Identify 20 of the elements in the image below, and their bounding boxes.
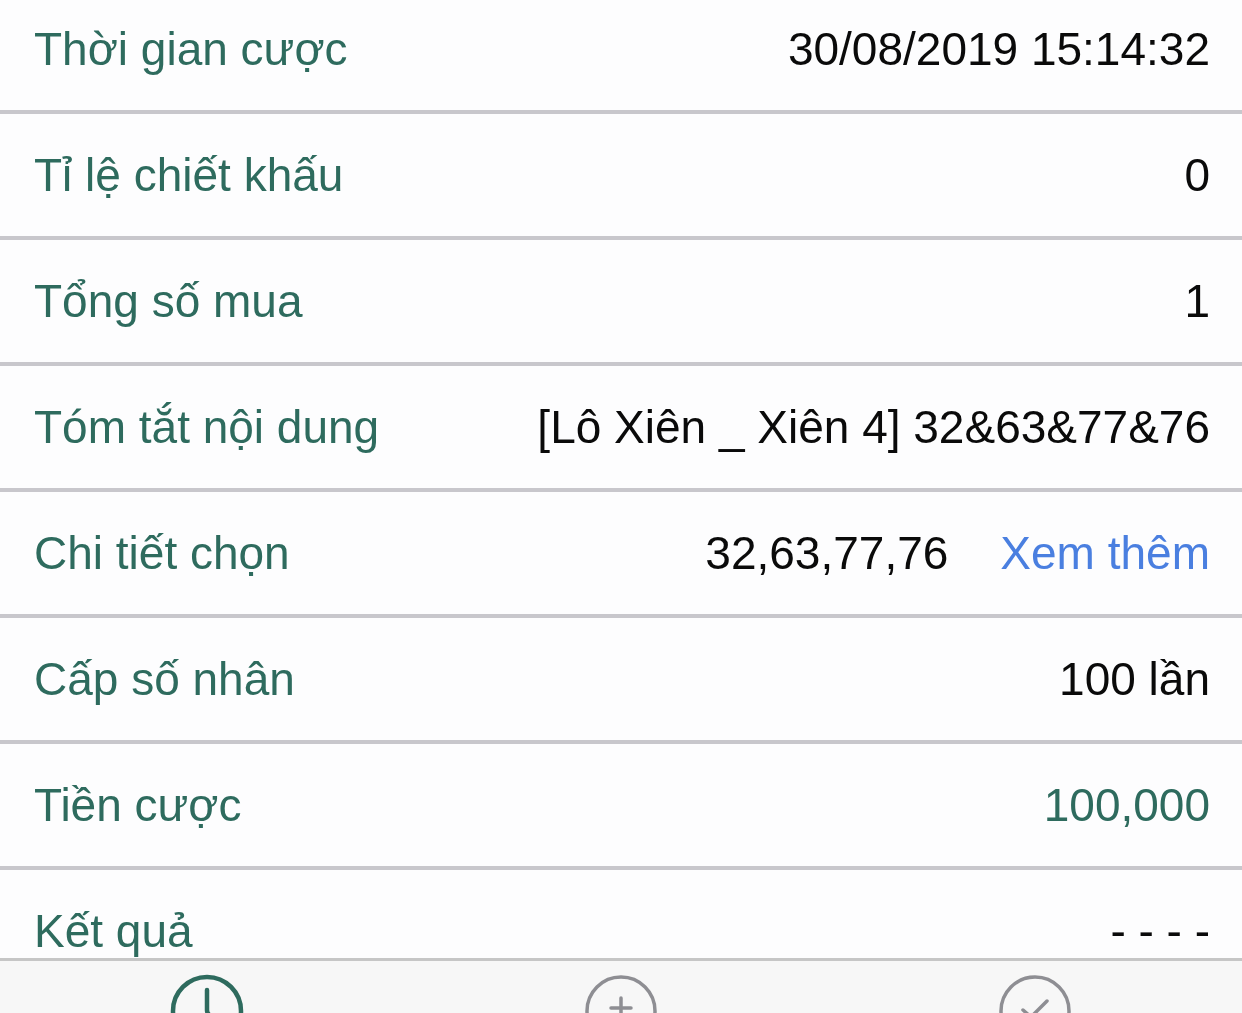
see-more-link[interactable]: Xem thêm (1000, 527, 1210, 579)
row-label: Tổng số mua (34, 275, 303, 327)
row-value: - - - - (1110, 905, 1210, 957)
row-label: Cấp số nhân (34, 653, 295, 705)
row-value: 1 (1184, 275, 1210, 327)
row-label: Tỉ lệ chiết khấu (34, 149, 344, 201)
plus-icon[interactable] (584, 974, 658, 1013)
row-value: [Lô Xiên _ Xiên 4] 32&63&77&76 (537, 401, 1210, 453)
row-label: Tiền cược (34, 779, 242, 831)
clock-icon[interactable] (170, 974, 244, 1013)
row-label: Kết quả (34, 905, 193, 957)
check-icon[interactable] (998, 974, 1072, 1013)
row-value: 30/08/2019 15:14:32 (787, 23, 1210, 75)
row-label: Chi tiết chọn (34, 527, 290, 579)
row-value: 100 lần (1059, 653, 1210, 705)
row-label: Thời gian cược (34, 23, 348, 75)
row-value: 100,000 (1043, 779, 1210, 831)
row-value: 32,63,77,76 (705, 527, 949, 579)
row-value: 0 (1184, 149, 1210, 201)
row-label: Tóm tắt nội dung (34, 401, 380, 453)
